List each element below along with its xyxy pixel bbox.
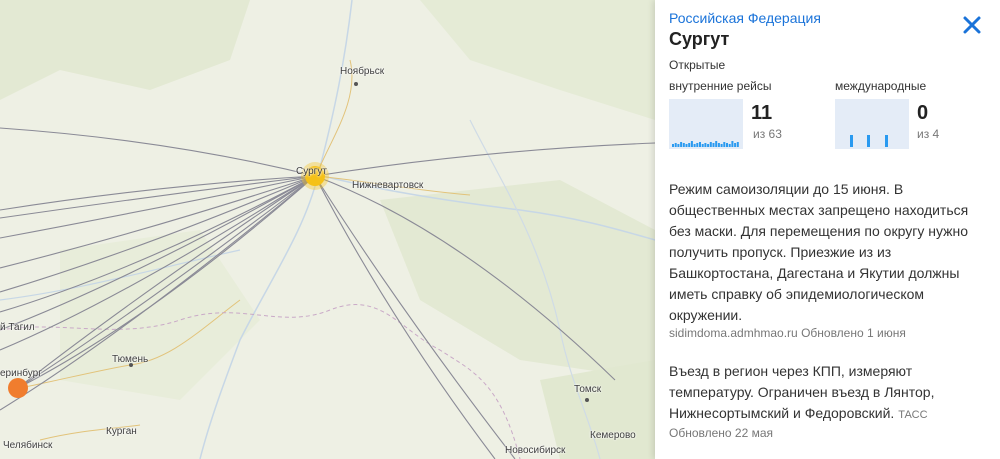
domestic-total: из 63 (753, 127, 782, 141)
domestic-flights-sparkline (669, 99, 743, 149)
flight-bar (712, 143, 715, 147)
flight-bar (734, 143, 737, 147)
entry-rules-block: Въезд в регион через КПП, измеряют темпе… (669, 361, 989, 426)
flight-bar (709, 142, 712, 147)
international-total: из 4 (917, 127, 940, 141)
international-count: 0 (917, 102, 929, 124)
updated-date: Обновлено 22 мая (669, 426, 774, 440)
source-link[interactable]: ТАСС (898, 409, 927, 421)
flight-bar (715, 141, 718, 147)
flight-bar (885, 135, 888, 147)
restrictions-source-line: sidimdoma.admhmao.ru Обновлено 1 июня (669, 326, 906, 340)
origin-city-marker[interactable] (8, 378, 28, 398)
flight-bar (720, 144, 723, 147)
city-title: Сургут (669, 29, 730, 49)
flight-bar (699, 142, 701, 147)
city-label: Ноябрьск (340, 66, 385, 77)
flight-bar (672, 144, 674, 147)
domestic-count: 11 (751, 102, 773, 124)
flight-bar (717, 143, 720, 147)
domestic-flights-label: внутренние рейсы (669, 79, 772, 93)
city-label: Кемерово (590, 430, 636, 441)
flight-bar (682, 143, 685, 147)
flight-bar (731, 141, 734, 147)
flight-bar (674, 143, 677, 147)
flight-bar (726, 143, 728, 147)
city-label: еринбург (0, 368, 42, 379)
map-canvas[interactable] (0, 0, 655, 459)
city-label: Сургут (296, 166, 327, 177)
flight-bar (867, 135, 870, 147)
international-flights-label: международные (835, 79, 927, 93)
flight-bar (701, 144, 704, 147)
restrictions-text: Режим самоизоляции до 15 июня. В обществ… (669, 181, 969, 323)
flight-bar (728, 144, 731, 147)
flight-bar (707, 144, 710, 147)
close-icon (963, 16, 981, 34)
flight-bar (850, 135, 853, 147)
flight-bar (736, 142, 739, 147)
flight-bar (690, 141, 693, 147)
city-dot (354, 82, 358, 86)
city-label: Тюмень (112, 354, 149, 365)
city-label: Томск (574, 384, 602, 395)
flight-bar (688, 143, 691, 147)
city-label: й Тагил (0, 322, 35, 333)
city-info-panel: Российская Федерация Сургут Открытые вну… (655, 0, 1000, 459)
flight-bar (696, 143, 699, 147)
route-map[interactable]: Ноябрьск Сургут Нижневартовск Тюмень ери… (0, 0, 655, 459)
flight-bar (723, 142, 726, 147)
region-link[interactable]: Российская Федерация (669, 10, 821, 26)
close-button[interactable] (959, 12, 985, 38)
international-flights-sparkline (835, 99, 909, 149)
city-label: Новосибирск (505, 445, 566, 456)
city-dot (585, 398, 589, 402)
city-label: Курган (106, 426, 137, 437)
source-link[interactable]: sidimdoma.admhmao.ru (669, 326, 798, 340)
flight-bar (677, 144, 680, 147)
flight-bar (693, 144, 696, 147)
city-label: Челябинск (3, 440, 53, 451)
city-label: Нижневартовск (352, 180, 424, 191)
flight-bar (685, 144, 688, 147)
updated-date: Обновлено 1 июня (801, 326, 906, 340)
entry-rules-text: Въезд в регион через КПП, измеряют темпе… (669, 363, 935, 421)
flight-bar (704, 143, 707, 147)
flight-bar (680, 142, 683, 147)
open-flights-label: Открытые (669, 58, 726, 72)
